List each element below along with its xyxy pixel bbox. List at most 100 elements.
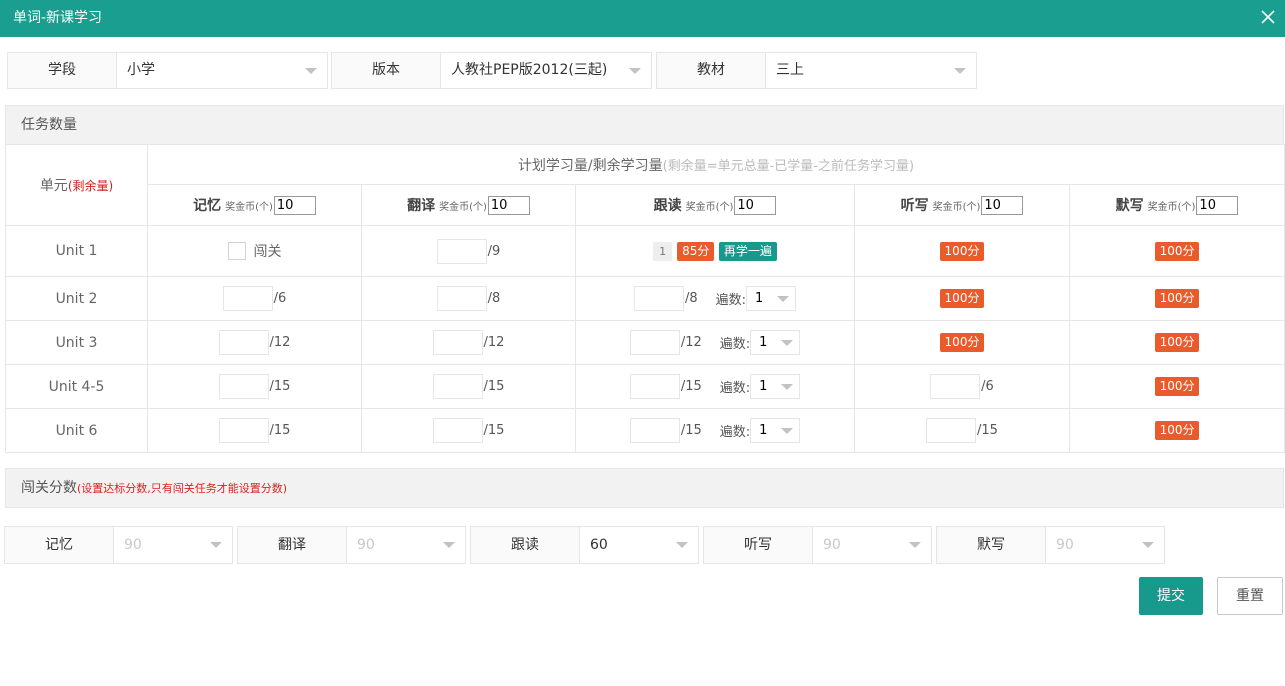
close-icon[interactable] (1259, 8, 1277, 26)
dictation-coin-input[interactable]: 10 (981, 196, 1024, 216)
read-count-input[interactable] (633, 286, 684, 311)
translate-total: /15 (483, 423, 505, 438)
score-section-note: (设置达标分数,只有闯关任务才能设置分数) (77, 482, 288, 495)
dictation-score-select[interactable]: 听写 90 (703, 526, 932, 564)
dictation-cell: 100分 (854, 320, 1070, 365)
chevron-down-icon (443, 542, 455, 548)
memory-score-select[interactable]: 记忆 90 (4, 526, 233, 564)
edition-select[interactable]: 版本 人教社PEP版2012(三起) (331, 52, 652, 89)
memory-coin-input[interactable]: 10 (273, 196, 316, 216)
translate-total: /9 (487, 243, 501, 259)
dictation-cell: /6 (854, 364, 1070, 409)
translate-coin-input[interactable]: 10 (487, 196, 530, 216)
translate-total: /15 (483, 379, 505, 394)
write-cell: 100分 (1068, 408, 1285, 453)
unit-name: Unit 6 (5, 408, 148, 453)
translate-cell: /12 (361, 320, 576, 365)
dictation-cell: 100分 (854, 225, 1070, 277)
col-dictation: 听写 奖金币(个) 10 (854, 184, 1070, 226)
translate-score-select[interactable]: 翻译 90 (237, 526, 466, 564)
stage-label: 学段 (8, 53, 117, 88)
translate-count-input[interactable] (432, 418, 483, 443)
memory-cell: /15 (147, 408, 362, 453)
unit-name: Unit 3 (5, 320, 148, 365)
read-score-badge: 85分 (677, 241, 715, 261)
coin-label: 奖金币(个) (932, 201, 981, 213)
read-total: /8 (684, 291, 698, 306)
pass-checkbox[interactable] (227, 242, 246, 260)
read-count-input[interactable] (629, 418, 680, 443)
translate-total: /8 (487, 291, 501, 306)
memory-count-input[interactable] (218, 374, 269, 399)
dialog-title: 单词-新课学习 (13, 10, 103, 26)
chevron-down-icon (305, 68, 317, 74)
reset-button[interactable]: 重置 (1217, 577, 1283, 615)
translate-score-value[interactable]: 90 (347, 527, 465, 563)
edition-value[interactable]: 人教社PEP版2012(三起) (441, 53, 651, 88)
table-row: Unit 3 /12 /12 /12 遍数: 1 100分 100分 (5, 320, 1285, 365)
read-total: /15 (680, 423, 702, 438)
score-section-header: 闯关分数(设置达标分数,只有闯关任务才能设置分数) (5, 468, 1284, 508)
read-total: /12 (680, 335, 702, 350)
read-score-value[interactable]: 60 (580, 527, 698, 563)
read-coin-input[interactable]: 10 (734, 196, 777, 216)
translate-count-input[interactable] (432, 374, 483, 399)
chevron-down-icon (777, 296, 790, 302)
memory-count-input[interactable] (222, 286, 273, 311)
read-again-button[interactable]: 再学一遍 (718, 241, 777, 261)
write-score-select[interactable]: 默写 90 (936, 526, 1165, 564)
translate-count-input[interactable] (436, 238, 487, 264)
col-translate-label: 翻译 (407, 197, 436, 214)
dictation-score-badge: 100分 (939, 289, 985, 308)
read-cell: /8 遍数: 1 (575, 276, 855, 321)
unit-header-note: (剩余量) (67, 179, 114, 193)
read-score-select[interactable]: 跟读 60 (470, 526, 699, 564)
unit-header-label: 单元 (39, 178, 68, 194)
memory-cell: 闯关 (147, 225, 362, 277)
translate-score-label: 翻译 (238, 527, 347, 563)
stage-value[interactable]: 小学 (117, 53, 327, 88)
score-section-title: 闯关分数 (21, 480, 77, 496)
task-section-title: 任务数量 (21, 117, 77, 133)
translate-cell: /9 (361, 225, 576, 277)
dictation-total: /15 (977, 423, 998, 438)
times-label: 遍数: (719, 337, 751, 352)
write-coin-input[interactable]: 10 (1196, 196, 1239, 216)
memory-count-input[interactable] (218, 330, 269, 355)
textbook-select[interactable]: 教材 三上 (656, 52, 977, 89)
dictation-count-input[interactable] (930, 374, 981, 399)
dictation-count-input[interactable] (926, 418, 977, 443)
chevron-down-icon (629, 68, 641, 74)
translate-count-input[interactable] (432, 330, 483, 355)
memory-cell: /6 (147, 276, 362, 321)
times-select[interactable]: 1 (750, 418, 801, 443)
memory-score-value[interactable]: 90 (114, 527, 232, 563)
write-cell: 100分 (1068, 225, 1285, 277)
coin-label: 奖金币(个) (225, 201, 273, 213)
chevron-down-icon (954, 68, 966, 74)
unit-name: Unit 2 (5, 276, 148, 321)
stage-select[interactable]: 学段 小学 (7, 52, 328, 89)
pass-label: 闯关 (253, 244, 282, 260)
times-select[interactable]: 1 (750, 330, 801, 355)
coin-label: 奖金币(个) (1147, 201, 1196, 213)
times-select[interactable]: 1 (746, 286, 797, 311)
translate-count-input[interactable] (436, 286, 487, 311)
times-label: 遍数: (715, 293, 747, 308)
write-cell: 100分 (1068, 320, 1285, 365)
col-memory: 记忆 奖金币(个) 10 (147, 184, 362, 226)
textbook-value[interactable]: 三上 (766, 53, 976, 88)
write-score-value[interactable]: 90 (1046, 527, 1164, 563)
table-row: Unit 4-5 /15 /15 /15 遍数: 1 /6 100分 (5, 364, 1285, 409)
times-select[interactable]: 1 (750, 374, 801, 399)
read-cell: /12 遍数: 1 (575, 320, 855, 365)
table-row: Unit 6 /15 /15 /15 遍数: 1 /15 100分 (5, 408, 1285, 453)
read-cell: /15 遍数: 1 (575, 408, 855, 453)
submit-button[interactable]: 提交 (1139, 577, 1203, 615)
memory-count-input[interactable] (218, 418, 269, 443)
write-cell: 100分 (1068, 364, 1285, 409)
read-count-input[interactable] (629, 374, 680, 399)
read-count-input[interactable] (629, 330, 680, 355)
dictation-score-value[interactable]: 90 (813, 527, 931, 563)
col-write-label: 默写 (1115, 197, 1144, 214)
